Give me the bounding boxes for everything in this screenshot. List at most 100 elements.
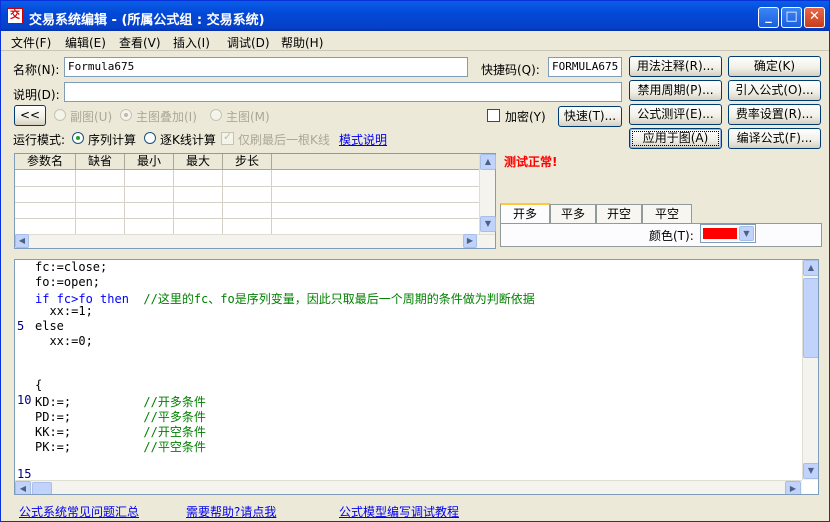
tutorial-link[interactable]: 公式模型编写调试教程 — [339, 503, 459, 520]
line-number: 10 — [17, 393, 32, 408]
scroll-left-icon[interactable]: ◀ — [15, 481, 31, 494]
dropdown-arrow-icon[interactable]: ▼ — [739, 226, 754, 241]
editor-vscroll-thumb[interactable] — [803, 278, 818, 358]
code-line: if fc>fo then //这里的fc、fo是序列变量，因此只取最后一个周期… — [35, 290, 535, 307]
scroll-right-icon[interactable]: ▶ — [463, 234, 477, 248]
faq-link[interactable]: 公式系统常见问题汇总 — [19, 503, 139, 520]
name-input[interactable]: Formula675 — [64, 57, 468, 77]
window-title: 交易系统编辑 - (所属公式组 : 交易系统) — [29, 13, 265, 28]
tab-open-short[interactable]: 开空 — [596, 204, 642, 224]
per-bar-radio[interactable] — [144, 132, 156, 144]
scroll-down-icon[interactable]: ▼ — [480, 216, 496, 232]
ok-button[interactable]: 确定(K) — [728, 56, 821, 77]
header-min: 最小 — [125, 154, 174, 170]
menu-edit[interactable]: 编辑(E) — [65, 34, 106, 51]
scroll-up-icon[interactable]: ▲ — [803, 260, 818, 276]
minimize-icon[interactable]: _ — [758, 7, 779, 28]
scroll-right-icon[interactable]: ▶ — [785, 481, 801, 494]
fee-settings-button[interactable]: 费率设置(R)... — [728, 104, 821, 125]
header-default: 缺省 — [76, 154, 125, 170]
last-bar-only-label: 仅刷最后一根K线 — [238, 133, 330, 147]
per-bar-label: 逐K线计算 — [160, 133, 216, 147]
header-param-name: 参数名 — [15, 154, 76, 170]
formula-evaluate-button[interactable]: 公式测评(E)... — [629, 104, 722, 125]
code-line: fc:=close; — [35, 260, 107, 274]
scroll-down-icon[interactable]: ▼ — [803, 463, 818, 479]
editor-hscroll-thumb[interactable] — [32, 482, 52, 494]
apply-to-chart-button[interactable]: 应用于图(A) — [629, 128, 722, 149]
code-text: fc:=close; — [35, 260, 108, 274]
main-chart-radio[interactable] — [210, 109, 222, 121]
color-select[interactable]: ▼ — [700, 224, 756, 243]
row-divider — [15, 218, 479, 219]
color-swatch — [703, 228, 737, 239]
code-text: xx:=1; — [35, 304, 93, 319]
menu-file[interactable]: 文件(F) — [11, 34, 51, 51]
editor-hscroll[interactable]: ◀ ▶ — [15, 480, 802, 494]
menu-view[interactable]: 查看(V) — [119, 34, 161, 51]
description-input[interactable] — [64, 82, 622, 102]
color-label: 颜色(T): — [649, 229, 694, 243]
encrypt-label: 加密(Y) — [505, 110, 546, 124]
main-overlay-label: 主图叠加(I) — [136, 110, 197, 124]
code-text: xx:=0; — [35, 334, 93, 348]
menu-bar: 文件(F) 编辑(E) 查看(V) 插入(I) 调试(D) 帮助(H) — [1, 31, 829, 51]
help-link[interactable]: 需要帮助?请点我 — [186, 503, 276, 520]
row-divider — [15, 202, 479, 203]
parameter-table[interactable]: 参数名 缺省 最小 最大 步长 ▲ ▼ ◀ ▶ — [14, 153, 496, 249]
code-text: PK:=; — [35, 439, 72, 454]
usage-notes-button[interactable]: 用法注释(R)... — [629, 56, 722, 77]
name-label: 名称(N): — [13, 63, 60, 77]
formula-editor-window: 交 交易系统编辑 - (所属公式组 : 交易系统) _ □ ✕ 文件(F) 编辑… — [0, 0, 830, 522]
title-bar[interactable]: 交 交易系统编辑 - (所属公式组 : 交易系统) _ □ ✕ — [1, 1, 829, 31]
code-text: { — [35, 378, 43, 393]
header-max: 最大 — [174, 154, 223, 170]
parameter-table-header: 参数名 缺省 最小 最大 步长 — [15, 154, 479, 170]
compile-formula-button[interactable]: 编译公式(F)... — [728, 128, 821, 149]
code-line: xx:=0; — [35, 334, 93, 348]
description-label: 说明(D): — [13, 88, 60, 102]
disable-period-button[interactable]: 禁用周期(P)... — [629, 80, 722, 101]
editor-vscroll[interactable]: ▲ ▼ — [802, 260, 818, 480]
code-text: else — [35, 319, 64, 334]
last-bar-only-checkbox[interactable] — [221, 130, 234, 145]
code-editor[interactable]: fc:=close; fo:=open; if fc>fo then //这里的fc… — [14, 259, 819, 495]
parameter-table-hscroll[interactable]: ◀ ▶ — [15, 234, 495, 248]
tab-close-long[interactable]: 平多 — [550, 204, 596, 224]
run-mode-label: 运行模式: — [13, 133, 66, 147]
sequential-radio[interactable] — [72, 132, 84, 144]
code-line: { — [35, 378, 42, 392]
scroll-up-icon[interactable]: ▲ — [480, 154, 496, 170]
main-chart-label: 主图(M) — [226, 110, 270, 124]
quick-button[interactable]: 快速(T)... — [558, 106, 622, 127]
menu-insert[interactable]: 插入(I) — [173, 34, 210, 51]
encrypt-checkbox[interactable] — [487, 109, 500, 122]
test-status: 测试正常! — [504, 155, 558, 169]
code-comment: //平空条件 — [71, 439, 206, 454]
app-icon: 交 — [7, 8, 23, 24]
shortcut-input[interactable]: FORMULA675 — [548, 57, 622, 77]
menu-debug[interactable]: 调试(D) — [227, 34, 270, 51]
collapse-button[interactable]: << — [14, 105, 46, 126]
sub-chart-radio[interactable] — [54, 109, 66, 121]
tab-close-short[interactable]: 平空 — [642, 204, 692, 224]
code-line: PK:=; //平空条件 — [35, 438, 206, 455]
scroll-left-icon[interactable]: ◀ — [15, 234, 29, 248]
import-formula-button[interactable]: 引入公式(O)... — [728, 80, 821, 101]
code-text: fo:=open; — [35, 274, 101, 289]
sequential-label: 序列计算 — [88, 133, 137, 147]
mode-explain-link[interactable]: 模式说明 — [339, 131, 387, 148]
close-icon[interactable]: ✕ — [804, 7, 825, 28]
menu-help[interactable]: 帮助(H) — [281, 34, 323, 51]
line-number: 5 — [17, 319, 25, 334]
tab-open-long[interactable]: 开多 — [500, 203, 550, 225]
row-divider — [15, 186, 479, 187]
code-line: xx:=1; — [35, 304, 93, 319]
sub-chart-label: 副图(U) — [70, 110, 113, 124]
code-comment: //这里的fc、fo是序列变量，因此只取最后一个周期的条件做为判断依据 — [128, 291, 535, 306]
code-line: else — [35, 319, 64, 333]
parameter-table-vscroll[interactable]: ▲ ▼ — [479, 154, 496, 234]
maximize-icon[interactable]: □ — [781, 7, 802, 28]
main-overlay-radio[interactable] — [120, 109, 132, 121]
code-line: fo:=open; — [35, 275, 100, 289]
